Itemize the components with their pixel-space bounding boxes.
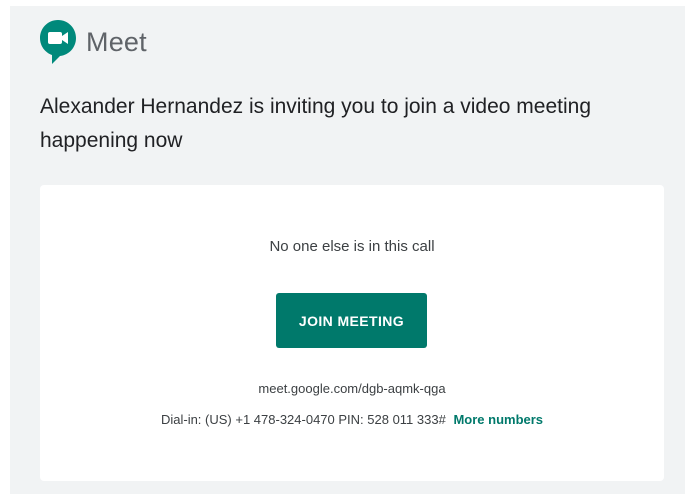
meeting-link[interactable]: meet.google.com/dgb-aqmk-qga <box>40 381 664 396</box>
meet-logo-icon <box>40 20 76 64</box>
more-numbers-link[interactable]: More numbers <box>453 412 543 427</box>
email-container: Meet Alexander Hernandez is inviting you… <box>10 6 685 494</box>
brand-name: Meet <box>86 26 147 57</box>
header: Meet <box>40 20 147 64</box>
meeting-card: No one else is in this call JOIN MEETING… <box>40 185 664 481</box>
invitation-text: Alexander Hernandez is inviting you to j… <box>40 95 591 152</box>
dial-in-text: Dial-in: (US) +1 478-324-0470 PIN: 528 0… <box>160 412 446 427</box>
join-meeting-button[interactable]: JOIN MEETING <box>276 293 427 348</box>
dial-in-info: Dial-in: (US) +1 478-324-0470 PIN: 528 0… <box>40 412 664 427</box>
call-status-text: No one else is in this call <box>269 238 435 255</box>
